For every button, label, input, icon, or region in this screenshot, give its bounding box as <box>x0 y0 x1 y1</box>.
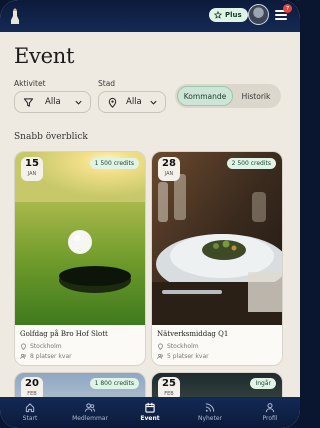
event-day: 15 <box>25 158 39 169</box>
event-date: 15 JAN <box>21 157 43 181</box>
nav-item-news[interactable]: Nyheter <box>180 397 240 428</box>
home-icon <box>25 403 35 413</box>
tab-upcoming[interactable]: Kommande <box>177 86 233 106</box>
time-segment-control: Kommande Historik <box>175 84 281 108</box>
filter-icon <box>23 98 34 107</box>
chevron-down-icon <box>150 100 157 105</box>
nav-label: Medlemmar <box>72 415 108 422</box>
event-day: 20 <box>25 378 39 389</box>
city-filter-label: Stad <box>98 79 116 88</box>
nav-label: Profil <box>262 415 278 422</box>
app-frame: Plus 7 Event Aktivitet Alla Stad Alla Ko… <box>0 0 300 428</box>
event-card-golf[interactable]: 15 JAN 1 500 credits Golfdag på Bro Hof … <box>14 151 146 366</box>
user-icon <box>265 403 275 413</box>
event-month: JAN <box>164 171 174 177</box>
credits-badge: 2 500 credits <box>226 158 276 169</box>
event-day: 28 <box>162 158 176 169</box>
location-pin-icon <box>108 97 117 108</box>
notification-badge: 7 <box>283 4 292 13</box>
users-icon <box>20 353 27 359</box>
calendar-icon <box>145 402 155 413</box>
page-title: Event <box>14 44 75 68</box>
location-pin-icon <box>158 343 163 350</box>
plus-badge[interactable]: Plus <box>209 8 248 22</box>
nav-label: Event <box>140 415 160 422</box>
credits-badge: 1 800 credits <box>89 378 139 389</box>
nav-item-profile[interactable]: Profil <box>240 397 300 428</box>
star-icon <box>214 11 222 19</box>
event-location-text: Stockholm <box>167 343 199 350</box>
users-icon <box>157 353 164 359</box>
nav-item-members[interactable]: Medlemmar <box>60 397 120 428</box>
logo-icon[interactable] <box>10 7 20 25</box>
city-filter-select[interactable]: Alla <box>98 91 166 113</box>
event-spots-text: 8 platser kvar <box>30 353 72 360</box>
tab-history[interactable]: Historik <box>233 86 279 106</box>
credits-badge: 1 500 credits <box>89 158 139 169</box>
event-date: 28 JAN <box>158 157 180 181</box>
users-icon <box>84 403 96 412</box>
bottom-nav: Start Medlemmar Event Nyheter Profil <box>0 397 300 428</box>
rss-icon <box>205 403 215 412</box>
nav-item-event[interactable]: Event <box>120 397 180 428</box>
event-location: Stockholm <box>20 343 62 350</box>
event-day: 25 <box>162 378 176 389</box>
event-card-dinner[interactable]: 28 JAN 2 500 credits Nätverksmiddag Q1 S… <box>151 151 283 366</box>
event-location: Stockholm <box>157 343 199 350</box>
activity-filter-select[interactable]: Alla <box>14 91 91 113</box>
event-spots: 8 platser kvar <box>20 353 72 360</box>
activity-filter-value: Alla <box>45 97 61 107</box>
activity-filter-label: Aktivitet <box>14 79 46 88</box>
nav-label: Nyheter <box>197 415 223 422</box>
avatar[interactable] <box>248 4 269 25</box>
plus-label: Plus <box>225 11 242 19</box>
event-spots-text: 5 platser kvar <box>167 353 209 360</box>
credits-badge: Ingår <box>250 378 276 389</box>
city-filter-value: Alla <box>126 97 142 107</box>
location-pin-icon <box>21 343 26 350</box>
nav-label: Start <box>22 415 38 422</box>
nav-item-start[interactable]: Start <box>0 397 60 428</box>
event-location-text: Stockholm <box>30 343 62 350</box>
event-title: Golfdag på Bro Hof Slott <box>20 330 108 338</box>
event-month: JAN <box>27 171 37 177</box>
event-title: Nätverksmiddag Q1 <box>157 330 229 338</box>
chevron-down-icon <box>75 100 82 105</box>
section-title: Snabb överblick <box>14 132 88 142</box>
event-spots: 5 platser kvar <box>157 353 209 360</box>
